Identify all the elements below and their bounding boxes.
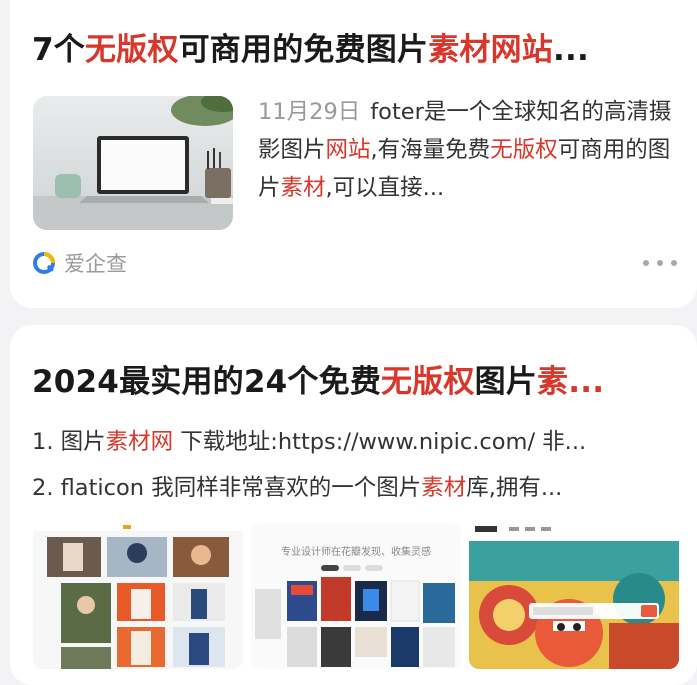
highlighted-keyword: 素材 <box>280 175 326 201</box>
text-segment: 2024最实用的24个免费 <box>32 364 382 400</box>
more-dots-icon[interactable] <box>643 252 677 274</box>
design-inspiration-screenshot[interactable]: 专业设计师在花瓣发现、收集灵感 <box>251 523 461 669</box>
highlighted-keyword: 无版权 <box>381 364 475 400</box>
text-segment: ,可以直接... <box>325 175 445 201</box>
text-segment: ,有海量免费 <box>370 137 491 163</box>
highlighted-keyword: 素材 <box>421 475 467 501</box>
illustration-site-screenshot[interactable] <box>469 523 679 669</box>
highlighted-keyword: 素材网站 <box>428 32 554 68</box>
highlighted-keyword: 素材网 <box>105 429 174 455</box>
text-segment: 1. 图片 <box>32 429 106 455</box>
text-segment: 库,拥有... <box>466 475 563 501</box>
result-list-line-2: 2. flaticon 我同样非常喜欢的一个图片素材库,拥有... <box>32 472 677 504</box>
laptop-thumbnail[interactable] <box>33 96 233 230</box>
search-result-card-2[interactable]: 2024最实用的24个免费无版权图片素... 1. 图片素材网 下载地址:htt… <box>10 325 697 685</box>
result-title[interactable]: 7个无版权可商用的免费图片素材网站... <box>32 30 677 70</box>
result-date: 11月29日 <box>258 99 361 125</box>
text-segment: 图片 <box>474 364 538 400</box>
text-segment: 下载地址:https://www.nipic.com/ 非... <box>173 429 587 455</box>
highlighted-keyword: 无版权 <box>490 137 558 163</box>
source-name: 爱企查 <box>64 252 127 276</box>
aiqicha-logo-icon <box>32 251 56 275</box>
text-segment: ... <box>553 32 589 68</box>
text-segment: 可商用的免费图片 <box>178 32 429 68</box>
result-list-line-1: 1. 图片素材网 下载地址:https://www.nipic.com/ 非..… <box>32 426 677 458</box>
result-source[interactable]: 爱企查 <box>32 248 127 278</box>
result-snippet: 11月29日 foter是一个全球知名的高清摄影图片网站,有海量免费无版权可商用的… <box>258 93 680 207</box>
highlighted-keyword: 网站 <box>325 137 371 163</box>
photo-grid-screenshot[interactable] <box>33 523 243 669</box>
text-segment: 2. flaticon 我同样非常喜欢的一个图片 <box>32 475 422 501</box>
highlighted-keyword: 无版权 <box>84 32 179 68</box>
result-title[interactable]: 2024最实用的24个免费无版权图片素... <box>32 362 677 402</box>
text-segment: 7个 <box>32 32 85 68</box>
thumb-tagline: 专业设计师在花瓣发现、收集灵感 <box>281 545 431 558</box>
highlighted-keyword: 素... <box>537 364 605 400</box>
search-result-card-1[interactable]: 7个无版权可商用的免费图片素材网站... 11月29日 foter是一个全球知名的… <box>10 0 697 308</box>
